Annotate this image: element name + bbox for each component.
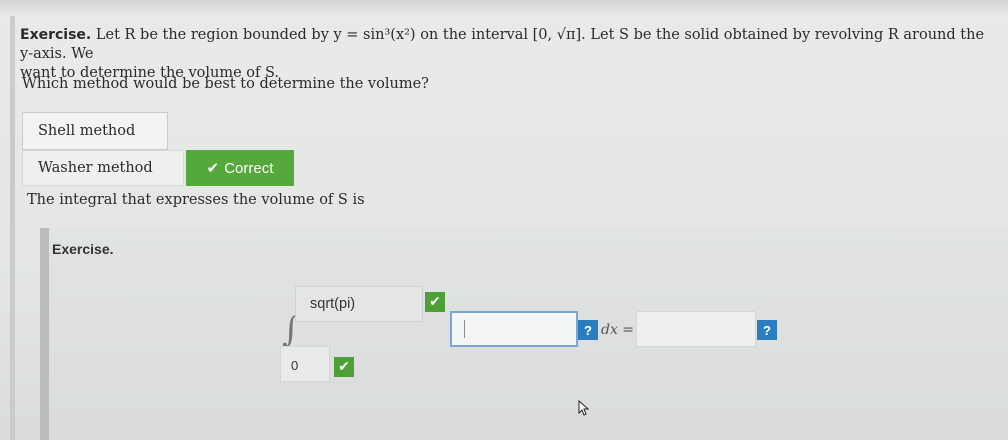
lower-limit-check-icon: ✔ — [334, 357, 354, 377]
volume-answer-input[interactable] — [636, 311, 756, 347]
mouse-cursor-icon — [578, 400, 590, 416]
method-question: Which method would be best to determine … — [22, 76, 429, 92]
integrand-help-button[interactable]: ? — [578, 320, 598, 340]
integrand-input[interactable] — [450, 311, 578, 347]
washer-method-option[interactable]: Washer method — [22, 150, 184, 186]
upper-limit-input[interactable]: sqrt(pi) — [295, 286, 423, 322]
problem-statement: Exercise. Let R be the region bounded by… — [20, 26, 1000, 83]
check-icon: ✔ — [206, 160, 220, 177]
dx-label: dx = — [601, 322, 635, 338]
lower-limit-input[interactable]: 0 — [280, 346, 330, 382]
washer-method-label: Washer method — [38, 160, 153, 176]
shell-method-option[interactable]: Shell method — [22, 112, 168, 150]
sub-exercise-title: Exercise. — [52, 241, 114, 257]
correct-feedback-badge: ✔ Correct — [186, 150, 294, 186]
shell-method-label: Shell method — [38, 123, 136, 139]
exercise-label: Exercise. — [20, 27, 92, 43]
problem-line-1: Let R be the region bounded by y = sin³(… — [20, 27, 985, 62]
upper-limit-check-icon: ✔ — [425, 292, 445, 312]
top-divider — [0, 0, 1008, 14]
text-caret — [464, 320, 465, 338]
correct-label: Correct — [224, 159, 274, 177]
answer-help-button[interactable]: ? — [757, 320, 777, 340]
integral-prompt: The integral that expresses the volume o… — [27, 192, 365, 208]
